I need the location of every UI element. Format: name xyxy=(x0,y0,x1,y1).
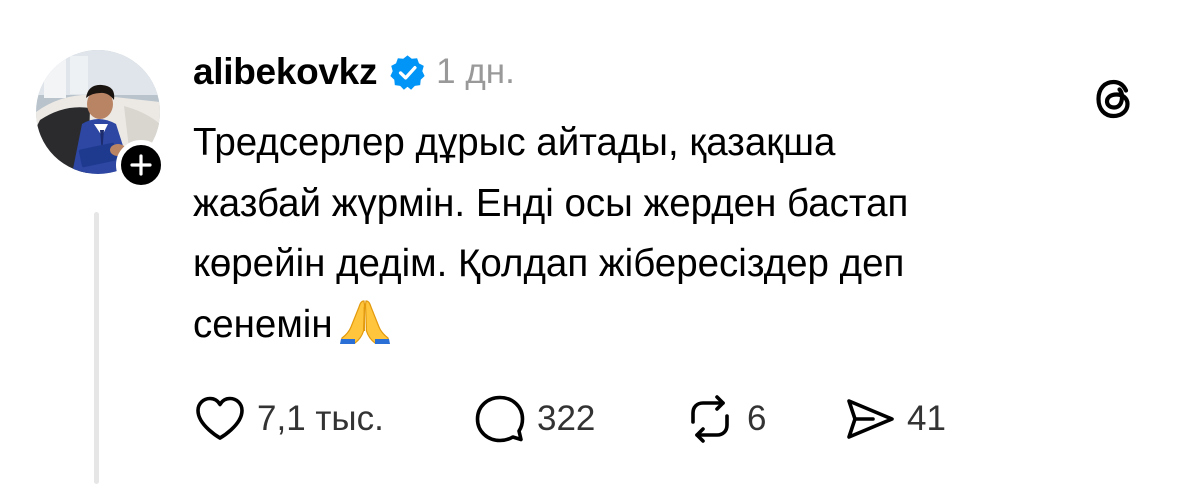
like-button[interactable]: 7,1 тыс. xyxy=(193,392,473,446)
verified-badge-icon xyxy=(389,54,426,91)
post-text-line: сенемін xyxy=(193,302,333,346)
comment-button[interactable]: 322 xyxy=(473,392,683,446)
share-icon xyxy=(847,399,894,439)
like-count: 7,1 тыс. xyxy=(257,399,384,438)
post-body: Тредсерлер дұрыс айтады, қазақша жазбай … xyxy=(193,113,1093,355)
heart-icon xyxy=(196,396,244,440)
post-text-line: жазбай жүрмін. Енді осы жерден бастап xyxy=(193,181,909,225)
post-text-line: көрейін дедім. Қолдап жібересіздер деп xyxy=(193,242,905,285)
post-actions: 7,1 тыс. 322 6 41 xyxy=(193,390,946,448)
post-text-line: Тредсерлер дұрыс айтады, қазақша xyxy=(193,121,836,164)
folded-hands-emoji xyxy=(337,297,393,345)
repost-button[interactable]: 6 xyxy=(683,392,843,446)
post-header: alibekovkz 1 дн. xyxy=(193,44,515,100)
post-text-line-last: сенемін xyxy=(193,295,1093,356)
follow-button[interactable] xyxy=(116,140,166,190)
comment-count: 322 xyxy=(537,399,596,438)
comment-icon xyxy=(475,395,525,443)
username[interactable]: alibekovkz xyxy=(193,51,377,93)
thread-line xyxy=(94,212,99,484)
repost-icon xyxy=(691,395,729,443)
threads-logo-icon[interactable] xyxy=(1092,76,1138,122)
repost-count: 6 xyxy=(747,399,767,438)
share-count: 41 xyxy=(907,399,946,438)
avatar-container[interactable] xyxy=(36,50,166,190)
plus-icon xyxy=(130,154,152,176)
post-timestamp: 1 дн. xyxy=(436,52,515,91)
share-button[interactable]: 41 xyxy=(843,392,946,446)
